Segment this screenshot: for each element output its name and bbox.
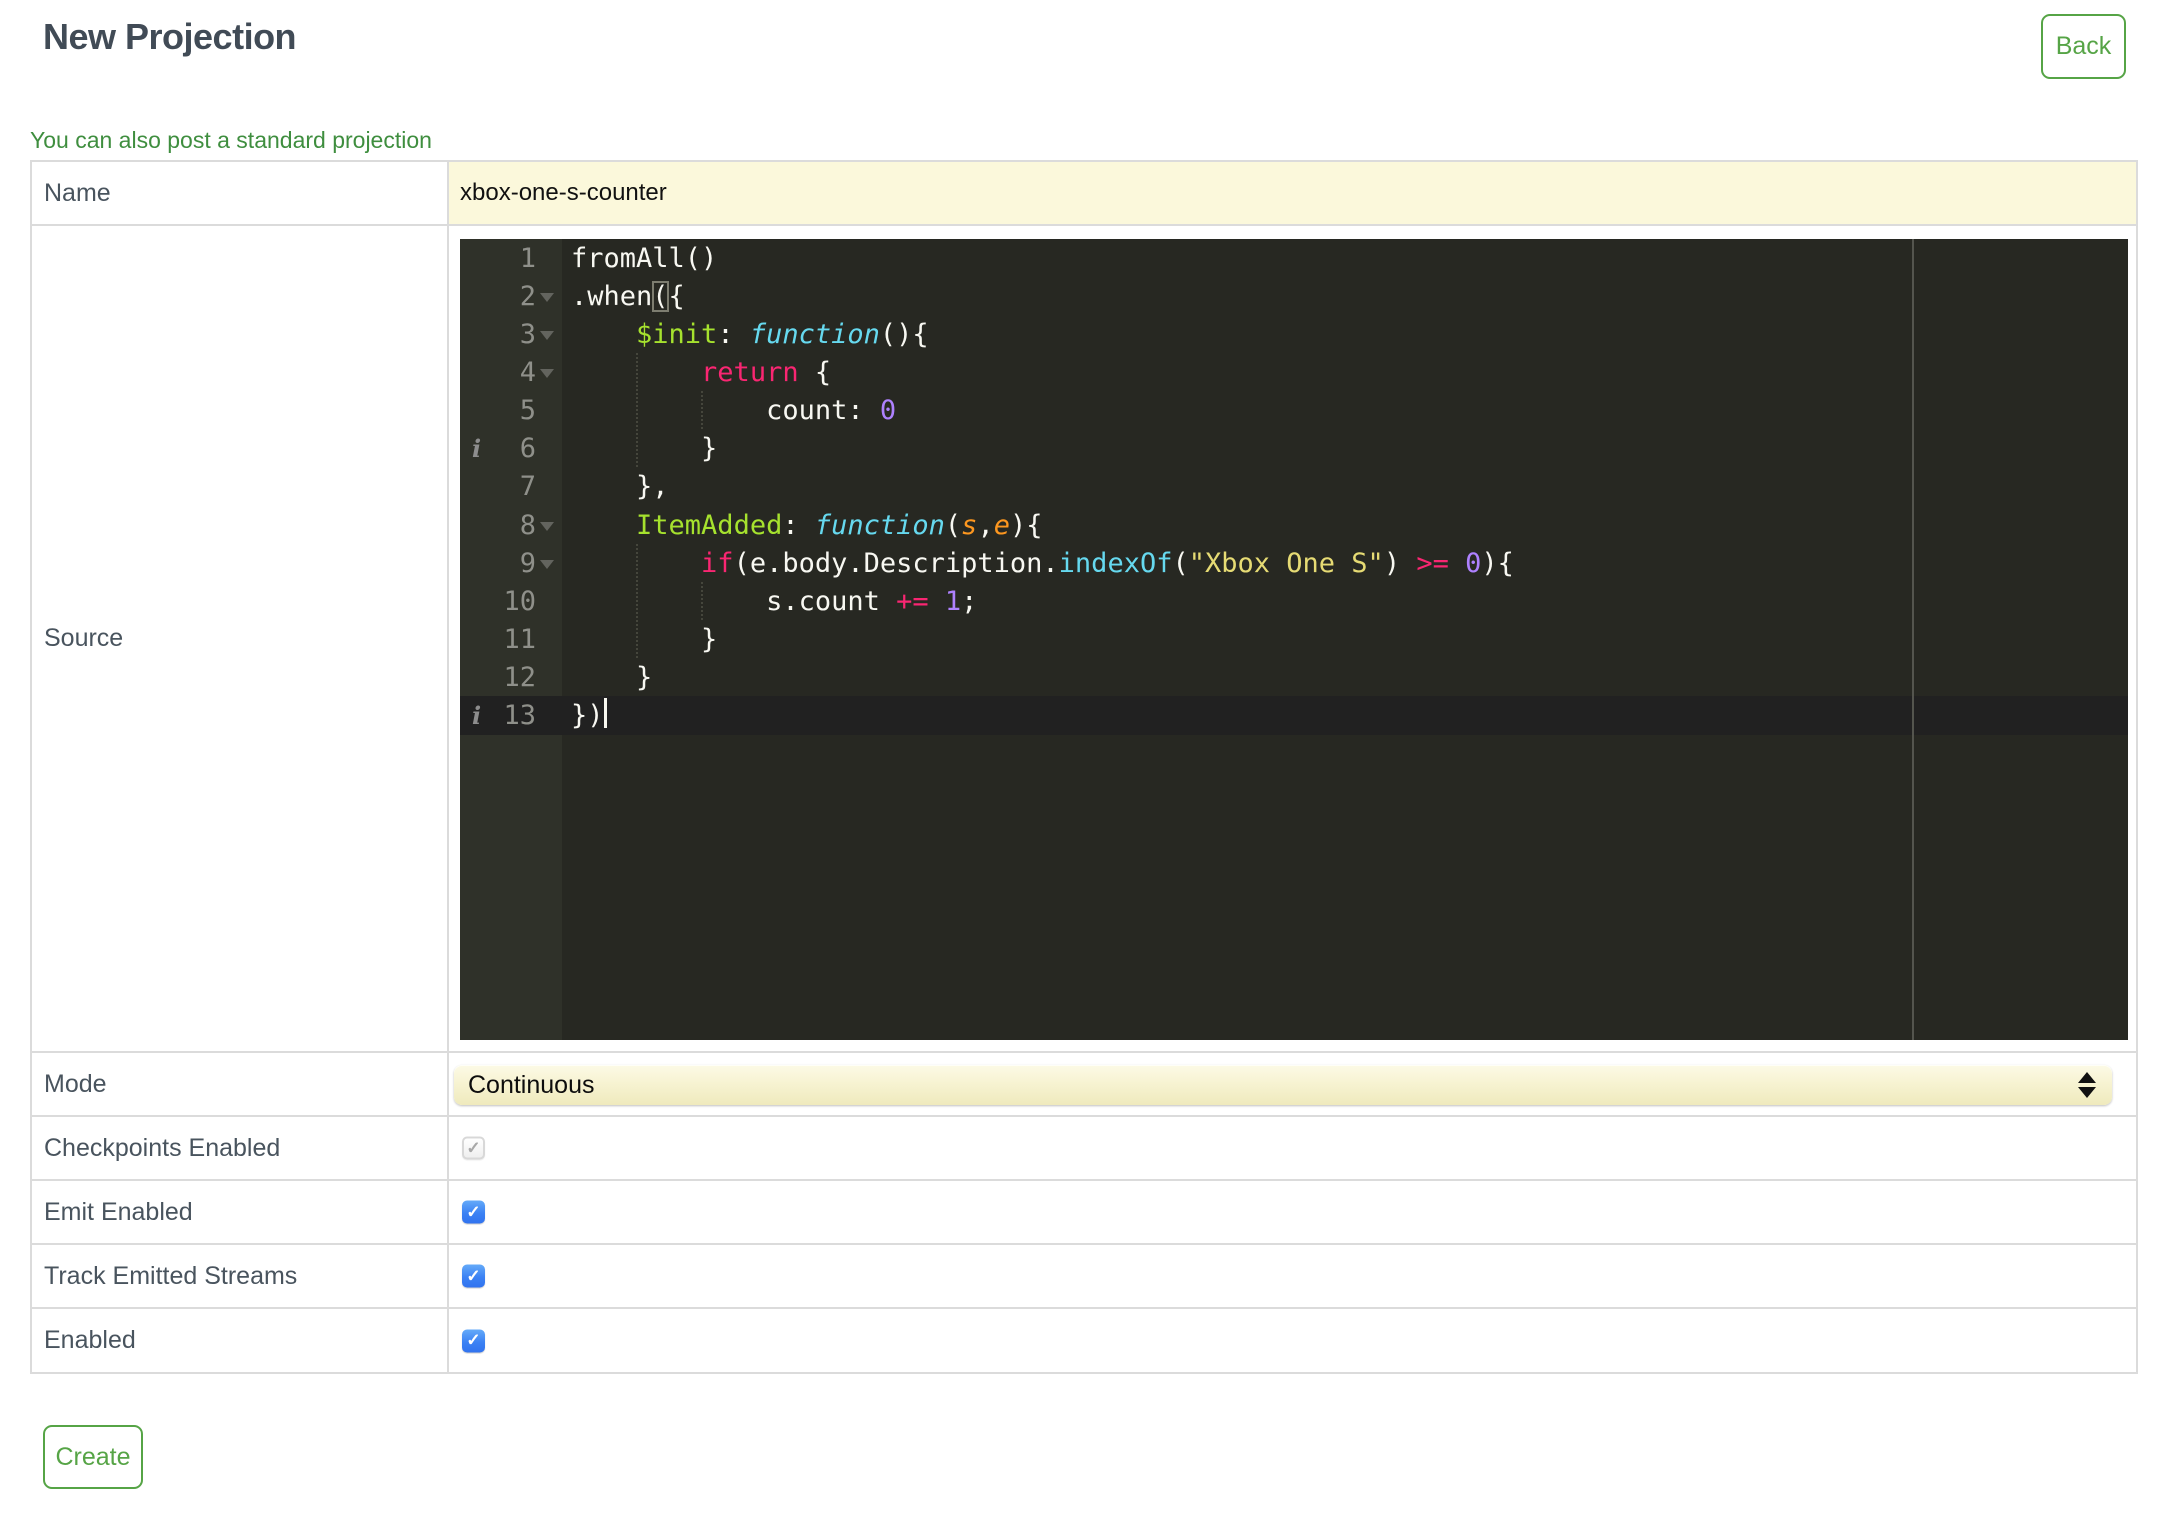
checkpoints-enabled-checkbox: ✓ <box>462 1136 485 1160</box>
track-emitted-streams-cell: ✓ <box>449 1245 2136 1307</box>
checkpoints-enabled-cell: ✓ <box>449 1117 2136 1179</box>
source-label: Source <box>32 226 449 1051</box>
code-line-9: if(e.body.Description.indexOf("Xbox One … <box>701 547 1514 579</box>
emit-enabled-label: Emit Enabled <box>32 1181 449 1243</box>
code-line-12: } <box>571 661 653 693</box>
text-cursor <box>603 698 607 729</box>
back-button[interactable]: Back <box>2041 14 2126 79</box>
checkpoints-enabled-row: Checkpoints Enabled ✓ <box>32 1117 2136 1181</box>
code-line-7: }, <box>571 471 669 503</box>
emit-enabled-row: Emit Enabled ✓ <box>32 1181 2136 1245</box>
new-projection-form: Name Source 12345i6789101112i13 fromAll(… <box>30 160 2138 1374</box>
track-emitted-streams-label: Track Emitted Streams <box>32 1245 449 1307</box>
source-code-editor[interactable]: 1 2 3 4 5 i 6 7 8 9 10 11 12 i 13 fromAll() .when({ $in… <box>460 239 2128 1040</box>
code-line-4: return { <box>701 357 832 389</box>
enabled-label: Enabled <box>32 1309 449 1372</box>
mode-label: Mode <box>32 1053 449 1115</box>
source-value-cell: 1 2 3 4 5 i 6 7 8 9 10 11 12 i 13 fromAll() .when({ $in… <box>449 226 2136 1051</box>
name-input[interactable] <box>449 162 2136 224</box>
code-line-5: count: 0 <box>571 395 897 427</box>
mode-select[interactable]: Continuous <box>454 1065 2112 1105</box>
track-emitted-streams-checkbox[interactable]: ✓ <box>462 1264 485 1288</box>
code-line-3: $init: function(){ <box>636 319 929 351</box>
select-stepper-icon <box>2078 1072 2096 1098</box>
checkpoints-enabled-label: Checkpoints Enabled <box>32 1117 449 1179</box>
name-row: Name <box>32 162 2136 226</box>
code-line-13: }) <box>460 696 2128 735</box>
code-line-10: s.count += 1; <box>571 585 978 617</box>
check-icon: ✓ <box>466 1330 481 1350</box>
name-label: Name <box>32 162 449 224</box>
mode-row: Mode Continuous <box>32 1053 2136 1117</box>
code-line-6: } <box>571 433 718 465</box>
page-title: New Projection <box>43 16 297 57</box>
create-button[interactable]: Create <box>43 1425 143 1489</box>
emit-enabled-cell: ✓ <box>449 1181 2136 1243</box>
enabled-cell: ✓ <box>449 1309 2136 1372</box>
code-line-11: } <box>571 623 718 655</box>
name-value-cell <box>449 162 2136 224</box>
source-row: Source 1 2 3 4 5 i 6 7 8 9 10 11 12 i 13 fromAll() .whe… <box>32 226 2136 1053</box>
mode-value-cell: Continuous <box>449 1053 2136 1115</box>
check-icon: ✓ <box>466 1202 481 1221</box>
track-emitted-streams-row: Track Emitted Streams ✓ <box>32 1245 2136 1309</box>
enabled-checkbox[interactable]: ✓ <box>462 1329 485 1352</box>
enabled-row: Enabled ✓ <box>32 1309 2136 1372</box>
code-line-1: fromAll() <box>571 243 718 274</box>
emit-enabled-checkbox[interactable]: ✓ <box>462 1200 485 1224</box>
mode-selected-value: Continuous <box>468 1070 595 1099</box>
standard-projection-link[interactable]: You can also post a standard projection <box>30 127 432 154</box>
code-line-2: .when({ <box>571 281 685 313</box>
check-icon: ✓ <box>466 1266 481 1285</box>
check-icon: ✓ <box>466 1138 481 1157</box>
code-line-8: ItemAdded: function(s,e){ <box>636 509 1043 541</box>
